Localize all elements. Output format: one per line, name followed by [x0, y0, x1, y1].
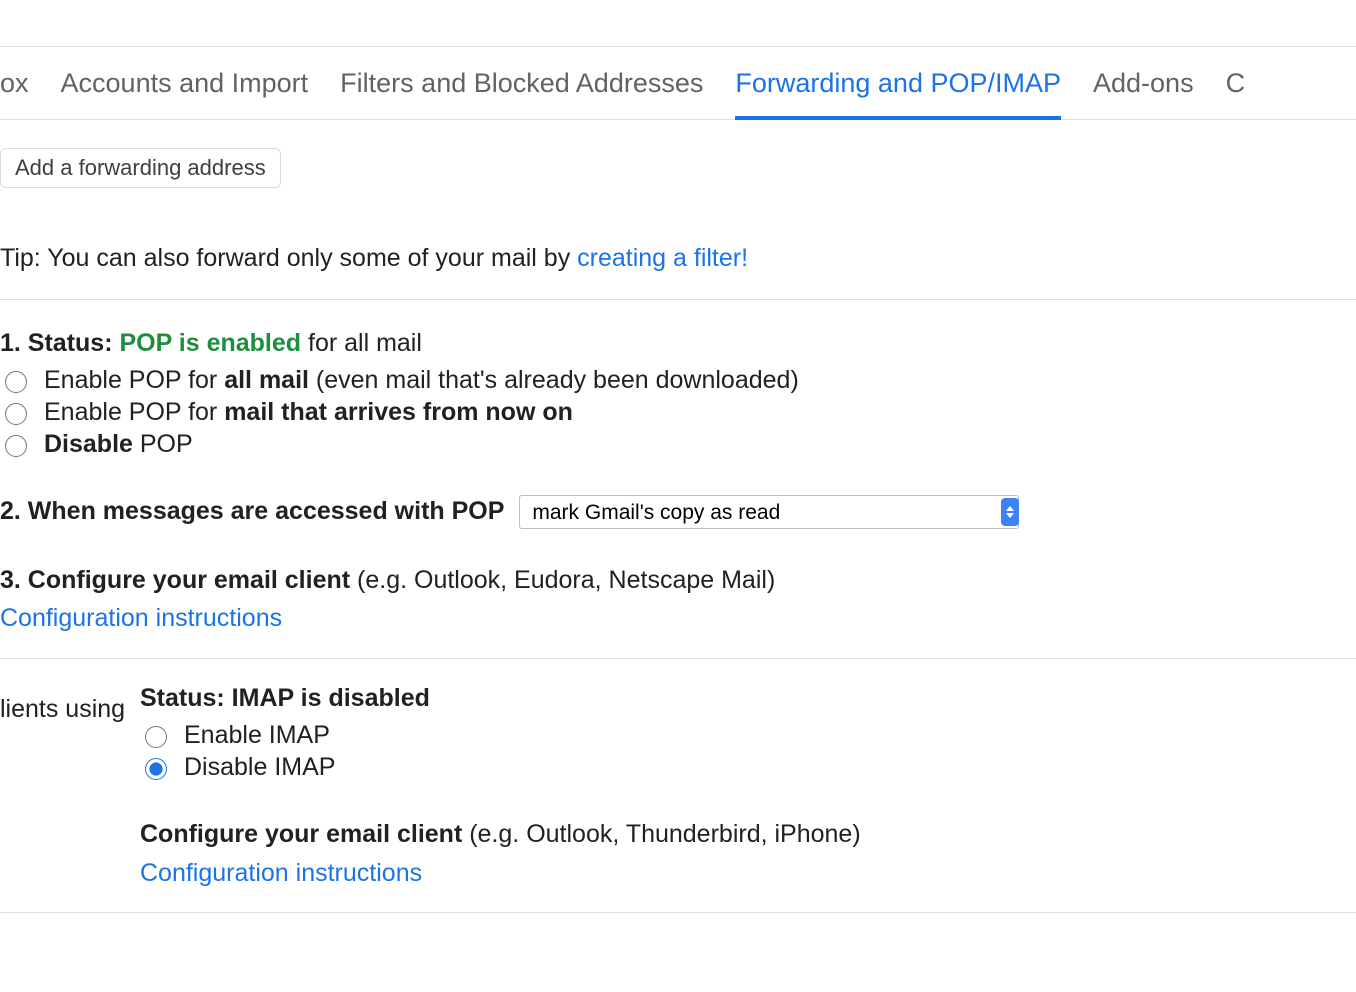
create-filter-link[interactable]: creating a filter!: [577, 244, 748, 272]
imap-enable-option[interactable]: Enable IMAP: [140, 721, 1356, 750]
pop-config-link-row: Configuration instructions: [0, 599, 1356, 638]
imap-disable-option[interactable]: Disable IMAP: [140, 753, 1356, 782]
pop-enable-all-label: Enable POP for all mail (even mail that'…: [44, 366, 799, 395]
pop-enable-all-radio[interactable]: [5, 371, 27, 393]
imap-enable-radio[interactable]: [145, 726, 167, 748]
imap-disable-label: Disable IMAP: [184, 753, 335, 782]
forwarding-section: Add a forwarding address Tip: You can al…: [0, 120, 1356, 300]
imap-configure-paren: (e.g. Outlook, Thunderbird, iPhone): [462, 820, 860, 848]
imap-status-line: Status: IMAP is disabled: [140, 679, 1356, 718]
pop-step2-label: 2. When messages are accessed with POP: [0, 497, 504, 525]
settings-page: ox Accounts and Import Filters and Block…: [0, 0, 1356, 913]
pop-enable-now-label: Enable POP for mail that arrives from no…: [44, 398, 573, 427]
pop-step2-row: 2. When messages are accessed with POP k…: [0, 492, 1356, 531]
pop-disable-option[interactable]: Disable POP: [0, 430, 1356, 459]
pop-status-suffix: for all mail: [301, 329, 422, 357]
tab-label: Add-ons: [1093, 68, 1194, 99]
pop-enable-now-option[interactable]: Enable POP for mail that arrives from no…: [0, 398, 1356, 427]
tip-text: Tip: You can also forward only some of y…: [0, 244, 577, 272]
tab-label: Filters and Blocked Addresses: [340, 68, 703, 99]
imap-content: Status: IMAP is disabled Enable IMAP Dis…: [0, 679, 1356, 892]
pop-status-value: POP is enabled: [119, 329, 301, 357]
forwarding-tip: Tip: You can also forward only some of y…: [0, 244, 1356, 273]
tab-label: ox: [0, 68, 29, 99]
label-bold: mail that arrives from now on: [224, 398, 573, 426]
imap-configure-bold: Configure your email client: [140, 820, 462, 848]
imap-enable-label: Enable IMAP: [184, 721, 330, 750]
label-bold: Disable: [44, 430, 133, 458]
top-gap: [0, 0, 1356, 46]
tab-chat-partial[interactable]: C: [1210, 47, 1246, 119]
tab-label: Accounts and Import: [61, 68, 309, 99]
tab-forwarding-pop-imap[interactable]: Forwarding and POP/IMAP: [719, 47, 1077, 119]
imap-aside-fragment: lients using: [0, 695, 125, 724]
tab-accounts-and-import[interactable]: Accounts and Import: [45, 47, 325, 119]
imap-access-section: lients using Status: IMAP is disabled En…: [0, 659, 1356, 913]
pop-enable-now-radio[interactable]: [5, 403, 27, 425]
pop-disable-label: Disable POP: [44, 430, 193, 459]
pop-download-section: 1. Status: POP is enabled for all mail E…: [0, 300, 1356, 659]
tab-filters-and-blocked[interactable]: Filters and Blocked Addresses: [324, 47, 719, 119]
label-bold: all mail: [224, 366, 309, 394]
settings-tab-bar: ox Accounts and Import Filters and Block…: [0, 46, 1356, 120]
pop-step3-paren: (e.g. Outlook, Eudora, Netscape Mail): [350, 566, 775, 594]
pop-step3-bold: 3. Configure your email client: [0, 566, 350, 594]
pop-configuration-instructions-link[interactable]: Configuration instructions: [0, 604, 282, 632]
imap-configure-row: Configure your email client (e.g. Outloo…: [140, 815, 1356, 854]
pop-disable-radio[interactable]: [5, 435, 27, 457]
imap-disable-radio[interactable]: [145, 758, 167, 780]
tab-label: C: [1226, 68, 1246, 99]
pop-status-prefix: 1. Status:: [0, 329, 119, 357]
imap-configuration-instructions-link[interactable]: Configuration instructions: [140, 859, 422, 887]
label-post: (even mail that's already been downloade…: [309, 366, 799, 394]
tab-inbox-partial[interactable]: ox: [0, 47, 45, 119]
label-post: POP: [133, 430, 193, 458]
pop-action-select[interactable]: keep Gmail's copy in the Inboxmark Gmail…: [519, 495, 1019, 529]
pop-status-line: 1. Status: POP is enabled for all mail: [0, 324, 1356, 363]
add-forwarding-address-button[interactable]: Add a forwarding address: [0, 148, 281, 188]
pop-enable-all-option[interactable]: Enable POP for all mail (even mail that'…: [0, 366, 1356, 395]
tab-label: Forwarding and POP/IMAP: [735, 68, 1061, 99]
tab-addons[interactable]: Add-ons: [1077, 47, 1210, 119]
imap-config-link-row: Configuration instructions: [140, 854, 1356, 893]
pop-step3-row: 3. Configure your email client (e.g. Out…: [0, 561, 1356, 600]
label-pre: Enable POP for: [44, 366, 224, 394]
label-pre: Enable POP for: [44, 398, 224, 426]
pop-action-select-wrap: keep Gmail's copy in the Inboxmark Gmail…: [519, 495, 1019, 529]
